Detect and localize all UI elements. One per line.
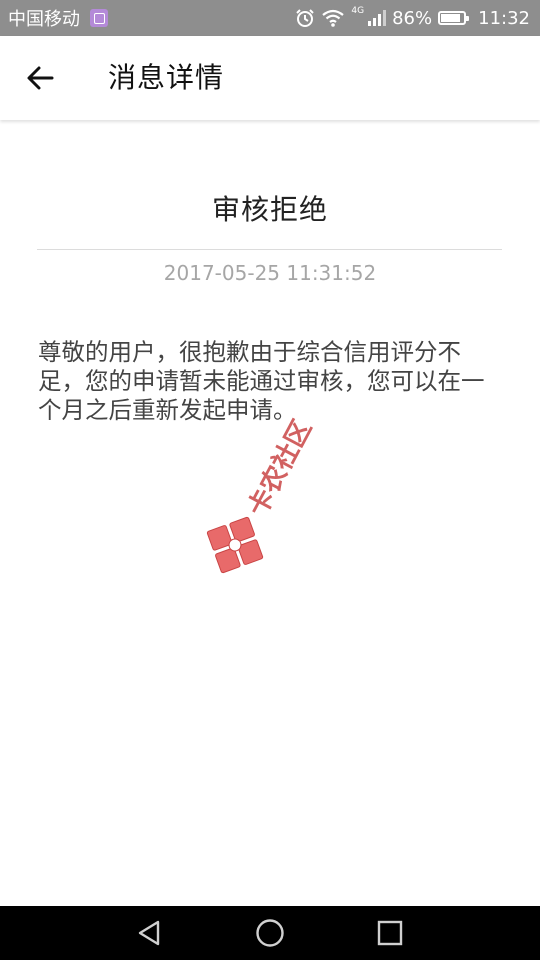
signal-icon [368, 10, 387, 26]
message-timestamp: 2017-05-25 11:31:52 [163, 261, 377, 285]
message-body: 尊敬的用户，很抱歉由于综合信用评分不足，您的申请暂未能通过审核，您可以在一个月之… [38, 338, 485, 424]
message-title: 审核拒绝 [211, 193, 328, 226]
network-type-label: 4G [351, 6, 365, 16]
alarm-icon [296, 9, 315, 27]
nav-recents-button[interactable] [371, 914, 409, 952]
nav-back-button[interactable] [131, 914, 169, 952]
app-bar: 消息详情 [0, 36, 540, 120]
screen: 中国移动 4G 86% 11:32 消息详情 审核拒绝 2017-05-25 1… [0, 0, 540, 960]
home-circle-icon [256, 919, 284, 947]
back-triangle-icon [138, 920, 160, 946]
battery-percent: 86% [392, 7, 433, 29]
back-button[interactable] [22, 58, 62, 98]
title-divider [37, 249, 502, 250]
page-title: 消息详情 [108, 61, 225, 94]
clock-time: 11:32 [478, 7, 530, 29]
status-bar: 中国移动 4G 86% 11:32 [0, 0, 540, 36]
carrier-name: 中国移动 [8, 9, 80, 30]
app-notification-icon [90, 9, 108, 27]
status-right: 4G 86% 11:32 [295, 0, 530, 36]
navigation-bar [0, 906, 540, 960]
watermark-logo-icon: 卡农社区 [206, 415, 318, 574]
wifi-icon [322, 9, 345, 27]
status-left: 中国移动 [8, 0, 108, 36]
watermark: 卡农社区 [205, 400, 355, 580]
recents-square-icon [377, 920, 403, 946]
battery-icon [438, 11, 470, 25]
back-arrow-icon [27, 66, 54, 90]
svg-text:卡农社区: 卡农社区 [242, 415, 318, 521]
nav-home-button[interactable] [251, 914, 289, 952]
